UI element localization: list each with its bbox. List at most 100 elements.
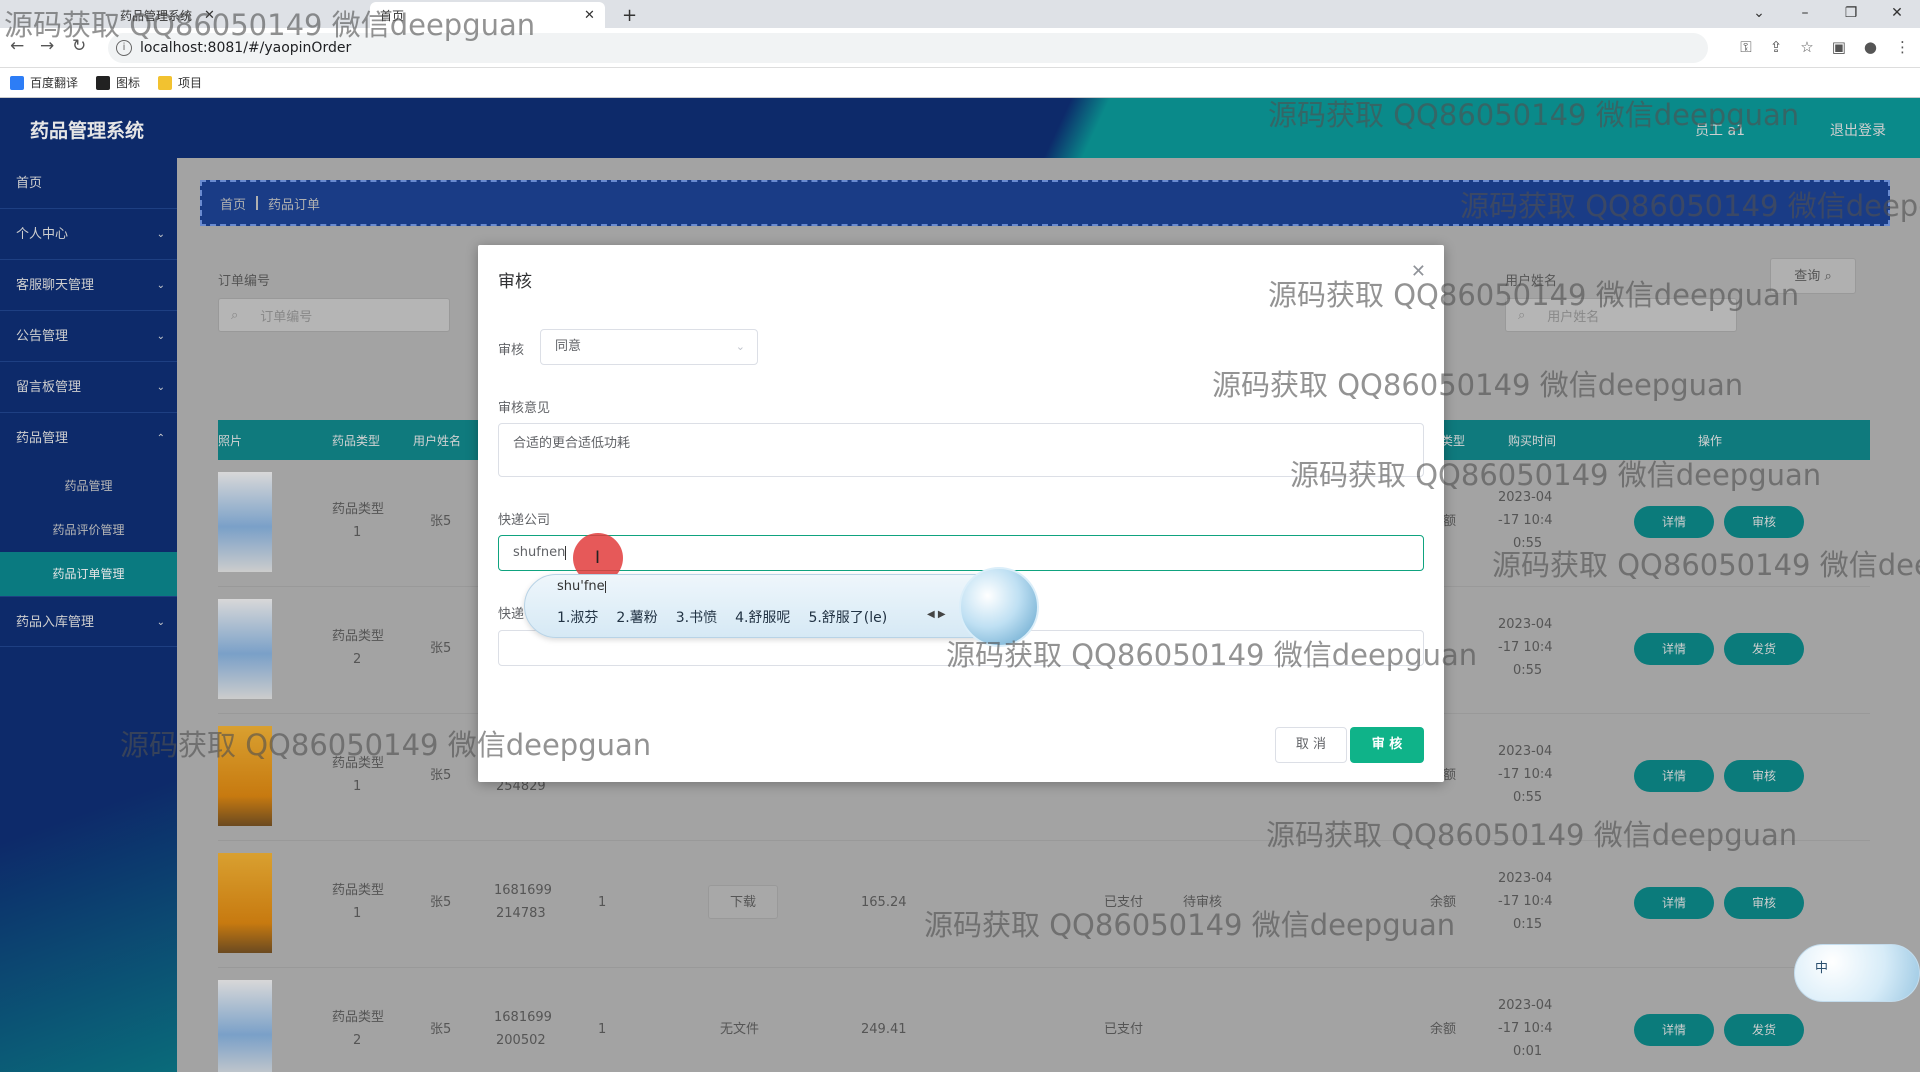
sidebar-subitem-drug-review[interactable]: 药品评价管理 (0, 508, 177, 552)
key-icon[interactable]: ⚿ (1740, 38, 1751, 56)
star-icon[interactable]: ☆ (1800, 38, 1813, 56)
site-info-icon[interactable]: i (116, 40, 132, 56)
ime-status-bubble[interactable]: 中 (1794, 944, 1920, 1002)
share-icon[interactable]: ⇪ (1770, 38, 1783, 56)
cell-price: 249.41 (861, 1022, 907, 1037)
cell-quantity: 1 (598, 1022, 607, 1037)
tab-close-icon[interactable]: ✕ (204, 8, 215, 23)
sidebar-item-chat[interactable]: 客服聊天管理 ⌄ (0, 260, 177, 311)
back-icon[interactable]: ← (10, 36, 24, 56)
close-icon[interactable]: ✕ (1411, 261, 1426, 282)
tab-close-icon[interactable]: ✕ (584, 8, 595, 23)
ime-candidate[interactable]: 1.淑芬 (557, 607, 598, 627)
bookmark-icons[interactable]: 图标 (96, 74, 140, 91)
cancel-button[interactable]: 取 消 (1275, 727, 1347, 763)
cell-pay-status: 已支付 (1104, 1022, 1144, 1037)
detail-button[interactable]: 详情 (1634, 887, 1714, 919)
close-window-icon[interactable]: ✕ (1874, 0, 1920, 28)
app-header: 药品管理系统 员工 a1 退出登录 (0, 98, 1920, 158)
profile-icon[interactable]: ● (1864, 38, 1877, 56)
sidebar-item-home[interactable]: 首页 (0, 158, 177, 209)
user-name-placeholder: 用户姓名 (1547, 309, 1600, 325)
cell-pay-type: 余额 (1430, 1022, 1457, 1037)
ime-candidate[interactable]: 3.书愤 (676, 607, 717, 627)
new-tab-icon[interactable]: + (612, 2, 647, 28)
sidebar-item-label: 个人中心 (16, 227, 69, 242)
search-icon: ⌕ (231, 307, 239, 323)
cell-buy-time-3: 0:15 (1513, 917, 1543, 932)
courier-input[interactable]: shufnen (498, 535, 1424, 571)
cell-buy-time-3: 0:55 (1513, 663, 1543, 678)
cell-user-name: 张5 (430, 895, 452, 910)
breadcrumb-home[interactable]: 首页 (220, 194, 246, 213)
chevron-down-icon: ⌄ (156, 229, 165, 240)
detail-button[interactable]: 详情 (1634, 506, 1714, 538)
order-no-input[interactable]: ⌕ 订单编号 (218, 298, 450, 332)
bookmark-projects[interactable]: 项目 (158, 74, 202, 91)
sidebar-item-notice[interactable]: 公告管理 ⌄ (0, 311, 177, 362)
ship-button[interactable]: 发货 (1724, 633, 1804, 665)
confirm-review-button[interactable]: 审 核 (1350, 727, 1424, 763)
window-controls: ⌄ – ❐ ✕ (1736, 0, 1920, 28)
detail-button[interactable]: 详情 (1634, 633, 1714, 665)
tab-search-icon[interactable]: ⌄ (1736, 0, 1782, 28)
review-button[interactable]: 审核 (1724, 887, 1804, 919)
detail-button[interactable]: 详情 (1634, 1014, 1714, 1046)
sidebar-item-label: 药品管理 (16, 431, 69, 446)
query-button[interactable]: 查询 ⌕ (1770, 258, 1856, 294)
image-icon (96, 75, 111, 90)
reload-icon[interactable]: ↻ (72, 36, 86, 56)
review-button[interactable]: 审核 (1724, 506, 1804, 538)
opinion-textarea[interactable]: 合适的更合适低功耗 (498, 423, 1424, 477)
column-header: 操作 (1698, 434, 1723, 448)
logout-link[interactable]: 退出登录 (1830, 120, 1886, 140)
sidebar-item-drugs[interactable]: 药品管理 ⌃ (0, 413, 177, 464)
review-label: 审核 (498, 343, 525, 358)
cell-buy-time: 2023-04 (1498, 744, 1553, 759)
sidebar-subitem-drug-manage[interactable]: 药品管理 (0, 464, 177, 508)
ime-candidate[interactable]: 2.薯粉 (616, 607, 657, 627)
review-select[interactable]: 同意 ⌄ (540, 329, 758, 365)
column-header: 购买时间 (1508, 434, 1557, 448)
cell-file: 无文件 (720, 1022, 760, 1037)
cell-buy-time-2: -17 10:4 (1498, 513, 1553, 528)
sidepanel-icon[interactable]: ▣ (1832, 38, 1846, 56)
ime-page-arrows-icon[interactable]: ◀ ▶ (927, 609, 946, 620)
ime-candidate[interactable]: 4.舒服呢 (735, 607, 790, 627)
restore-icon[interactable]: ❐ (1828, 0, 1874, 28)
cell-drug-type-value: 1 (353, 525, 362, 540)
cell-order-status: 待审核 (1183, 895, 1223, 910)
sidebar-item-profile[interactable]: 个人中心 ⌄ (0, 209, 177, 260)
sidebar-item-stock-in[interactable]: 药品入库管理 ⌄ (0, 596, 177, 647)
table-row: 药品类型 1 张5 1681699 214783 1 下载 165.24 已支付 待审核 余额 202… (218, 841, 1870, 968)
cell-pay-type: 余额 (1430, 895, 1457, 910)
minimize-icon[interactable]: – (1782, 0, 1828, 28)
cell-order-no: 1681699 (494, 883, 552, 898)
review-button[interactable]: 审核 (1724, 760, 1804, 792)
review-select-value: 同意 (555, 339, 582, 354)
ship-button[interactable]: 发货 (1724, 1014, 1804, 1046)
user-name-input[interactable]: ⌕ 用户姓名 (1505, 298, 1737, 332)
browser-tab-active[interactable]: 首页 ✕ (370, 2, 605, 28)
sidebar: 首页 个人中心 ⌄ 客服聊天管理 ⌄ 公告管理 ⌄ 留言板管理 ⌄ 药品管理 ⌃ 药品管理… (0, 158, 177, 1072)
address-bar: ← → ↻ i localhost:8081/#/yaopinOrder ⚿ ⇪… (0, 28, 1920, 68)
sidebar-subitem-drug-orders[interactable]: 药品订单管理 (0, 552, 177, 596)
cell-drug-type: 药品类型 (332, 629, 385, 644)
download-button[interactable]: 下载 (708, 885, 778, 919)
menu-icon[interactable]: ⋮ (1895, 38, 1910, 56)
ime-candidate[interactable]: 5.舒服了(le) (808, 607, 887, 627)
forward-icon[interactable]: → (40, 36, 54, 56)
sidebar-item-message-board[interactable]: 留言板管理 ⌄ (0, 362, 177, 413)
detail-button[interactable]: 详情 (1634, 760, 1714, 792)
search-icon: ⌕ (1824, 269, 1832, 284)
bookmark-baidu-translate[interactable]: 百度翻译 (10, 74, 78, 91)
url-field[interactable]: i localhost:8081/#/yaopinOrder (108, 33, 1708, 63)
cell-pay-status: 已支付 (1104, 895, 1144, 910)
breadcrumb-separator (256, 196, 259, 210)
browser-tab[interactable]: 药品管理系统 ✕ (110, 2, 225, 28)
cell-buy-time-3: 0:55 (1513, 536, 1543, 551)
cell-buy-time-3: 0:55 (1513, 790, 1543, 805)
cell-order-no: 1681699 (494, 1010, 552, 1025)
column-header: 药品类型 (332, 434, 381, 448)
cell-drug-type-value: 2 (353, 652, 362, 667)
